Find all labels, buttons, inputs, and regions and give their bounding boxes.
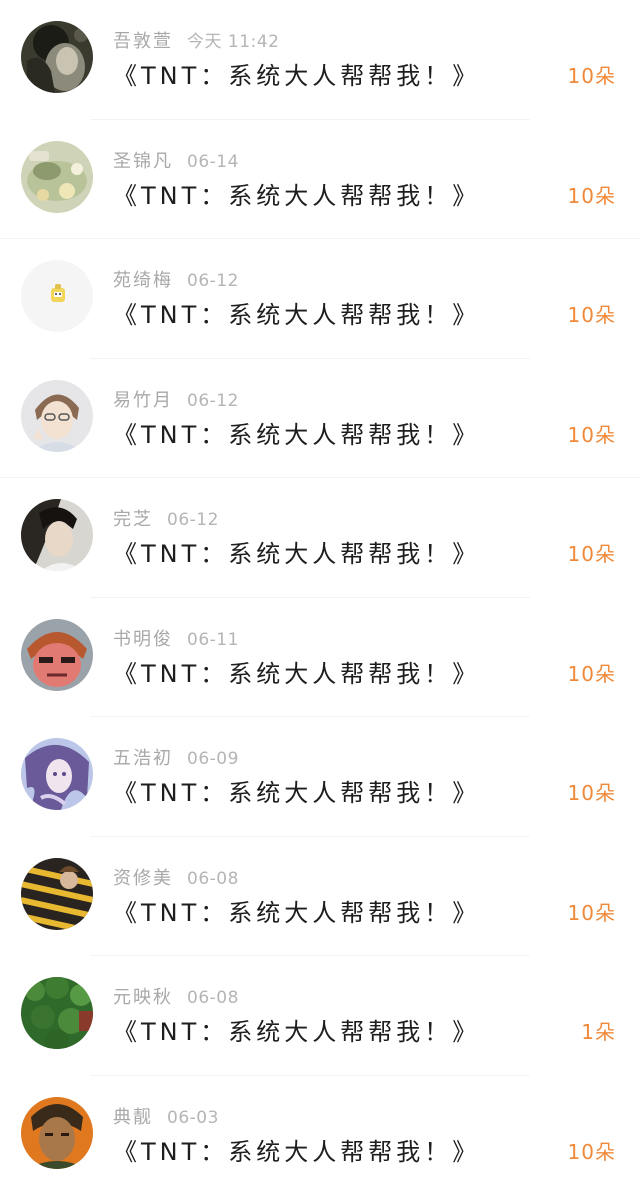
sender-name[interactable]: 吾敦萱	[113, 31, 173, 52]
record-meta: 易竹月 06-12	[113, 389, 239, 413]
record-meta: 苑绮梅 06-12	[113, 269, 239, 293]
list-item[interactable]: 完芝 06-12 《TNT：系统大人帮帮我！》 10朵	[0, 478, 640, 598]
record-time: 06-14	[187, 152, 239, 172]
gift-count: 1朵	[581, 1017, 616, 1047]
record-time: 06-08	[187, 988, 239, 1008]
record-meta: 资修美 06-08	[113, 867, 239, 891]
record-meta: 典靓 06-03	[113, 1106, 219, 1130]
record-time: 06-12	[187, 271, 239, 291]
record-time: 06-12	[187, 391, 239, 411]
book-title[interactable]: 《TNT：系统大人帮帮我！》	[113, 418, 480, 452]
record-time: 06-08	[187, 869, 239, 889]
gift-count: 10朵	[568, 420, 616, 450]
gift-record-list: 吾敦萱今天 11:42 《TNT：系统大人帮帮我！》 10朵 圣锦凡 06-14 …	[0, 0, 640, 1195]
avatar[interactable]	[21, 977, 93, 1049]
gift-count: 10朵	[568, 539, 616, 569]
list-item[interactable]: 书明俊 06-11 《TNT：系统大人帮帮我！》 10朵	[0, 598, 640, 718]
avatar[interactable]	[21, 738, 93, 810]
list-item[interactable]: 资修美 06-08 《TNT：系统大人帮帮我！》 10朵	[0, 837, 640, 957]
record-meta: 圣锦凡 06-14	[113, 150, 239, 174]
sender-name[interactable]: 资修美	[113, 868, 173, 889]
sender-name[interactable]: 典靓	[113, 1107, 153, 1128]
record-time: 06-11	[187, 630, 239, 650]
gift-count: 10朵	[568, 898, 616, 928]
list-item[interactable]: 典靓 06-03 《TNT：系统大人帮帮我！》 10朵	[0, 1076, 640, 1195]
gift-count: 10朵	[568, 1137, 616, 1167]
sender-name[interactable]: 易竹月	[113, 390, 173, 411]
book-title[interactable]: 《TNT：系统大人帮帮我！》	[113, 657, 480, 691]
gift-count: 10朵	[568, 61, 616, 91]
avatar[interactable]	[21, 260, 93, 332]
list-item[interactable]: 吾敦萱今天 11:42 《TNT：系统大人帮帮我！》 10朵	[0, 0, 640, 120]
sender-name[interactable]: 五浩初	[113, 748, 173, 769]
avatar[interactable]	[21, 858, 93, 930]
book-title[interactable]: 《TNT：系统大人帮帮我！》	[113, 537, 480, 571]
gift-count: 10朵	[568, 778, 616, 808]
record-meta: 书明俊 06-11	[113, 628, 239, 652]
sender-name[interactable]: 苑绮梅	[113, 270, 173, 291]
book-title[interactable]: 《TNT：系统大人帮帮我！》	[113, 1015, 480, 1049]
sender-name[interactable]: 书明俊	[113, 629, 173, 650]
sender-name[interactable]: 圣锦凡	[113, 151, 173, 172]
sender-name[interactable]: 元映秋	[113, 987, 173, 1008]
record-meta: 五浩初 06-09	[113, 747, 239, 771]
book-title[interactable]: 《TNT：系统大人帮帮我！》	[113, 179, 480, 213]
list-item[interactable]: 元映秋 06-08 《TNT：系统大人帮帮我！》 1朵	[0, 956, 640, 1076]
avatar[interactable]	[21, 380, 93, 452]
record-time: 06-12	[167, 510, 219, 530]
avatar[interactable]	[21, 619, 93, 691]
avatar[interactable]	[21, 499, 93, 571]
record-meta: 完芝 06-12	[113, 508, 219, 532]
gift-count: 10朵	[568, 181, 616, 211]
record-time: 今天 11:42	[187, 32, 279, 52]
gift-count: 10朵	[568, 659, 616, 689]
record-meta: 元映秋 06-08	[113, 986, 239, 1010]
avatar[interactable]	[21, 21, 93, 93]
book-title[interactable]: 《TNT：系统大人帮帮我！》	[113, 776, 480, 810]
list-item[interactable]: 五浩初 06-09 《TNT：系统大人帮帮我！》 10朵	[0, 717, 640, 837]
record-time: 06-09	[187, 749, 239, 769]
list-item[interactable]: 苑绮梅 06-12 《TNT：系统大人帮帮我！》 10朵	[0, 239, 640, 359]
avatar[interactable]	[21, 141, 93, 213]
record-meta: 吾敦萱今天 11:42	[113, 30, 279, 54]
book-title[interactable]: 《TNT：系统大人帮帮我！》	[113, 1135, 480, 1169]
book-title[interactable]: 《TNT：系统大人帮帮我！》	[113, 896, 480, 930]
book-title[interactable]: 《TNT：系统大人帮帮我！》	[113, 59, 480, 93]
list-item[interactable]: 易竹月 06-12 《TNT：系统大人帮帮我！》 10朵	[0, 359, 640, 479]
book-title[interactable]: 《TNT：系统大人帮帮我！》	[113, 298, 480, 332]
record-time: 06-03	[167, 1108, 219, 1128]
gift-count: 10朵	[568, 300, 616, 330]
avatar[interactable]	[21, 1097, 93, 1169]
list-item[interactable]: 圣锦凡 06-14 《TNT：系统大人帮帮我！》 10朵	[0, 120, 640, 240]
sender-name[interactable]: 完芝	[113, 509, 153, 530]
